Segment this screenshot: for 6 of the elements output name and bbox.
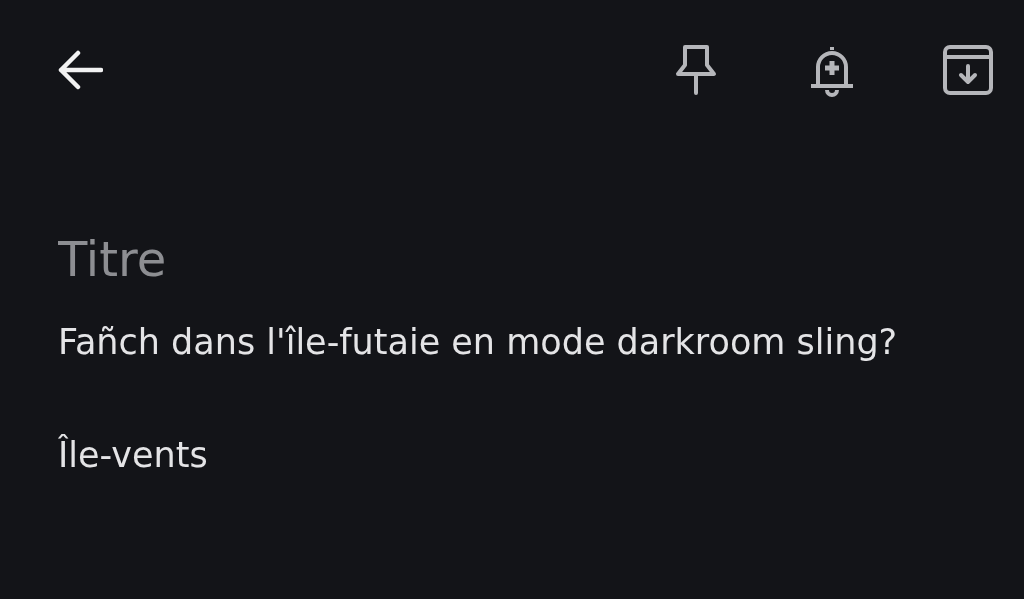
archive-icon (942, 44, 994, 96)
title-field[interactable]: Titre (58, 228, 458, 290)
note-text: Île-vents (58, 433, 209, 477)
pin-icon (675, 44, 717, 96)
back-arrow-icon (57, 50, 103, 90)
note-text: Fañch dans l'île-futaie en mode darkroom sling? (58, 321, 899, 364)
